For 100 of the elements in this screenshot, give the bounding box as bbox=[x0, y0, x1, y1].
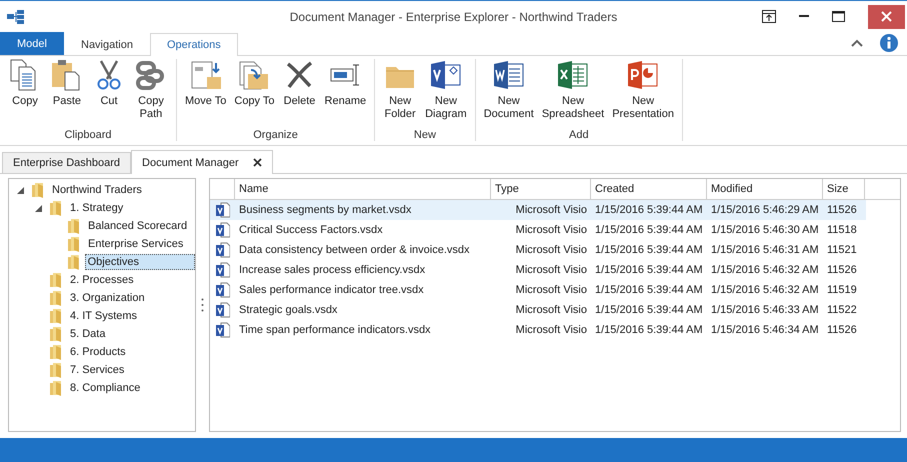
table-cell-text: 1/15/2016 5:46:31 AM bbox=[710, 244, 820, 256]
ribbon-button[interactable]: New Document bbox=[480, 59, 538, 129]
document-tab[interactable]: Enterprise Dashboard bbox=[2, 152, 132, 173]
tree-item[interactable]: 7. Services bbox=[67, 362, 128, 378]
folder-icon bbox=[48, 200, 64, 216]
group-label: New bbox=[414, 129, 436, 141]
table-cell-text: Microsoft Visio bbox=[514, 204, 588, 216]
expanded-arrow-icon[interactable] bbox=[35, 204, 42, 212]
table-cell-text: Microsoft Visio bbox=[514, 244, 588, 256]
table-cell-text: 11526 bbox=[826, 264, 858, 276]
table-cell-text: Sales performance indicator tree.vsdx bbox=[238, 284, 425, 296]
tab-label: Enterprise Dashboard bbox=[13, 157, 120, 169]
folder-icon bbox=[66, 254, 82, 270]
tree-item[interactable]: 2. Processes bbox=[67, 272, 137, 288]
tree-item[interactable]: 3. Organization bbox=[67, 290, 148, 306]
table-cell-text: Data consistency between order & invoice.vsdx bbox=[238, 244, 471, 256]
table-cell-text: Business segments by market.vsdx bbox=[238, 204, 412, 216]
table-cell-text: 1/15/2016 5:46:29 AM bbox=[710, 204, 820, 216]
ribbon-tab[interactable]: Navigation bbox=[64, 33, 150, 55]
visio-file-icon bbox=[216, 262, 230, 278]
tree-item[interactable]: Northwind Traders bbox=[49, 182, 145, 198]
tree-item[interactable]: 5. Data bbox=[67, 326, 108, 342]
model-tab[interactable]: Model bbox=[0, 32, 64, 55]
tree-item[interactable]: 6. Products bbox=[67, 344, 129, 360]
ribbon-button[interactable]: Copy To bbox=[230, 59, 279, 129]
word-icon bbox=[492, 59, 526, 91]
expanded-arrow-icon[interactable] bbox=[17, 186, 24, 194]
close-button[interactable] bbox=[868, 4, 905, 28]
table-cell-text: Increase sales process efficiency.vsdx bbox=[238, 264, 426, 276]
folder-icon bbox=[30, 182, 46, 198]
document-tab[interactable]: Document Manager bbox=[131, 150, 273, 174]
column-header[interactable]: Type bbox=[491, 179, 591, 199]
ribbon-button[interactable]: New Diagram bbox=[421, 59, 471, 129]
folder-icon bbox=[48, 362, 64, 378]
pin-window-icon[interactable] bbox=[762, 10, 776, 23]
ribbon-button[interactable]: Delete bbox=[278, 59, 321, 129]
group-label: Add bbox=[569, 129, 589, 141]
group-label: Organize bbox=[253, 129, 298, 141]
folder-icon bbox=[48, 326, 64, 342]
folder-icon bbox=[48, 344, 64, 360]
table-cell-text: 1/15/2016 5:39:44 AM bbox=[594, 284, 704, 296]
folder-icon bbox=[66, 236, 82, 252]
info-icon[interactable] bbox=[880, 34, 898, 52]
tree-item[interactable]: Objectives bbox=[84, 254, 195, 270]
visio-file-icon bbox=[216, 202, 230, 218]
excel-icon bbox=[556, 59, 590, 91]
ribbon-button[interactable]: Paste bbox=[46, 59, 88, 129]
table-cell-text: Critical Success Factors.vsdx bbox=[238, 224, 384, 236]
table-cell-text: 1/15/2016 5:46:32 AM bbox=[710, 284, 820, 296]
visio-file-icon bbox=[216, 302, 230, 318]
app-icon bbox=[6, 8, 26, 24]
column-header[interactable]: Size bbox=[823, 179, 865, 199]
table-cell-text: 11518 bbox=[826, 224, 858, 236]
close-icon bbox=[881, 11, 892, 22]
table-cell-text: 1/15/2016 5:39:44 AM bbox=[594, 204, 704, 216]
table-cell-text: 1/15/2016 5:39:44 AM bbox=[594, 244, 704, 256]
ribbon-button[interactable]: Cut bbox=[88, 59, 130, 129]
table-cell-text: Microsoft Visio bbox=[514, 264, 588, 276]
move-to-folder-icon bbox=[188, 59, 223, 91]
table-cell-text: 11521 bbox=[826, 244, 858, 256]
tree-item[interactable]: 8. Compliance bbox=[67, 380, 144, 396]
folder-icon bbox=[66, 218, 82, 234]
collapse-ribbon-icon[interactable] bbox=[851, 39, 863, 47]
ribbon-tab[interactable]: Operations bbox=[150, 33, 238, 56]
maximize-icon[interactable] bbox=[832, 11, 845, 22]
table-cell-text: Microsoft Visio bbox=[514, 284, 588, 296]
tree-item[interactable]: Enterprise Services bbox=[85, 236, 186, 252]
minimize-icon[interactable] bbox=[799, 15, 809, 18]
column-header[interactable]: Name bbox=[235, 179, 491, 199]
powerpoint-icon bbox=[626, 59, 660, 91]
table-cell-text: 1/15/2016 5:46:33 AM bbox=[710, 304, 820, 316]
tree-item[interactable]: 4. IT Systems bbox=[67, 308, 140, 324]
folder-icon bbox=[48, 272, 64, 288]
close-icon[interactable] bbox=[252, 158, 262, 167]
table-cell-text: Microsoft Visio bbox=[514, 304, 588, 316]
table-cell-text: 1/15/2016 5:39:44 AM bbox=[594, 304, 704, 316]
tab-label: Document Manager bbox=[142, 156, 239, 168]
ribbon-button[interactable]: Copy bbox=[4, 59, 46, 129]
table-cell-text: 1/15/2016 5:39:44 AM bbox=[594, 264, 704, 276]
column-header[interactable]: Created bbox=[591, 179, 707, 199]
tree-item[interactable]: Balanced Scorecard bbox=[85, 218, 190, 234]
visio-file-icon bbox=[216, 242, 230, 258]
ribbon-button[interactable]: Copy Path bbox=[130, 59, 172, 129]
table-cell-text: 1/15/2016 5:46:34 AM bbox=[710, 324, 820, 336]
ribbon-button[interactable]: New Presentation bbox=[608, 59, 678, 129]
table-cell-text: Microsoft Visio bbox=[514, 224, 588, 236]
table-cell-text: 1/15/2016 5:46:32 AM bbox=[710, 264, 820, 276]
splitter-handle-icon[interactable] bbox=[201, 298, 204, 312]
table-cell-text: 1/15/2016 5:39:44 AM bbox=[594, 324, 704, 336]
column-header[interactable]: Modified bbox=[707, 179, 823, 199]
ribbon-button[interactable]: Move To bbox=[181, 59, 230, 129]
table-cell-text: Strategic goals.vsdx bbox=[238, 304, 338, 316]
ribbon-button[interactable]: Rename bbox=[320, 59, 370, 129]
ribbon-button[interactable]: New Spreadsheet bbox=[538, 59, 608, 129]
ribbon-button[interactable]: New Folder bbox=[379, 59, 422, 129]
table-cell-text: 1/15/2016 5:46:30 AM bbox=[710, 224, 820, 236]
table-cell-text: 11526 bbox=[826, 204, 858, 216]
tree-item[interactable]: 1. Strategy bbox=[67, 200, 126, 216]
folder-icon bbox=[48, 290, 64, 306]
table-cell-text: 11519 bbox=[826, 284, 858, 296]
